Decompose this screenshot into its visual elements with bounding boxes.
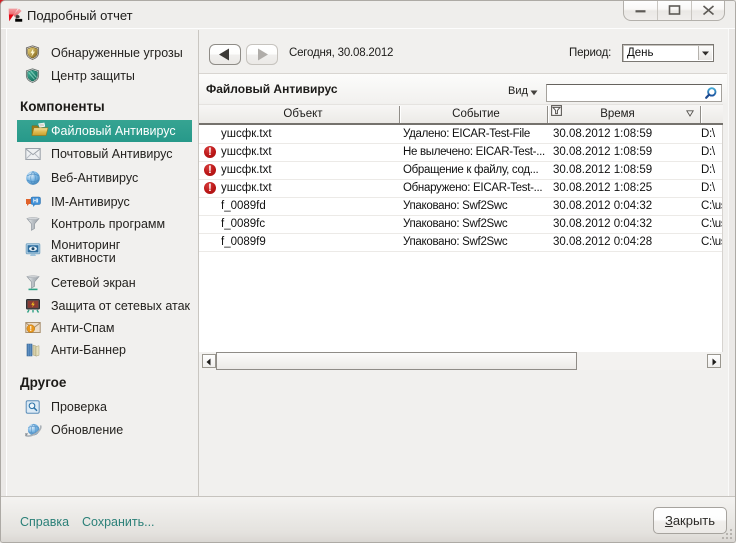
svg-text:HI: HI [33,199,39,205]
svg-text:!: ! [30,326,32,333]
